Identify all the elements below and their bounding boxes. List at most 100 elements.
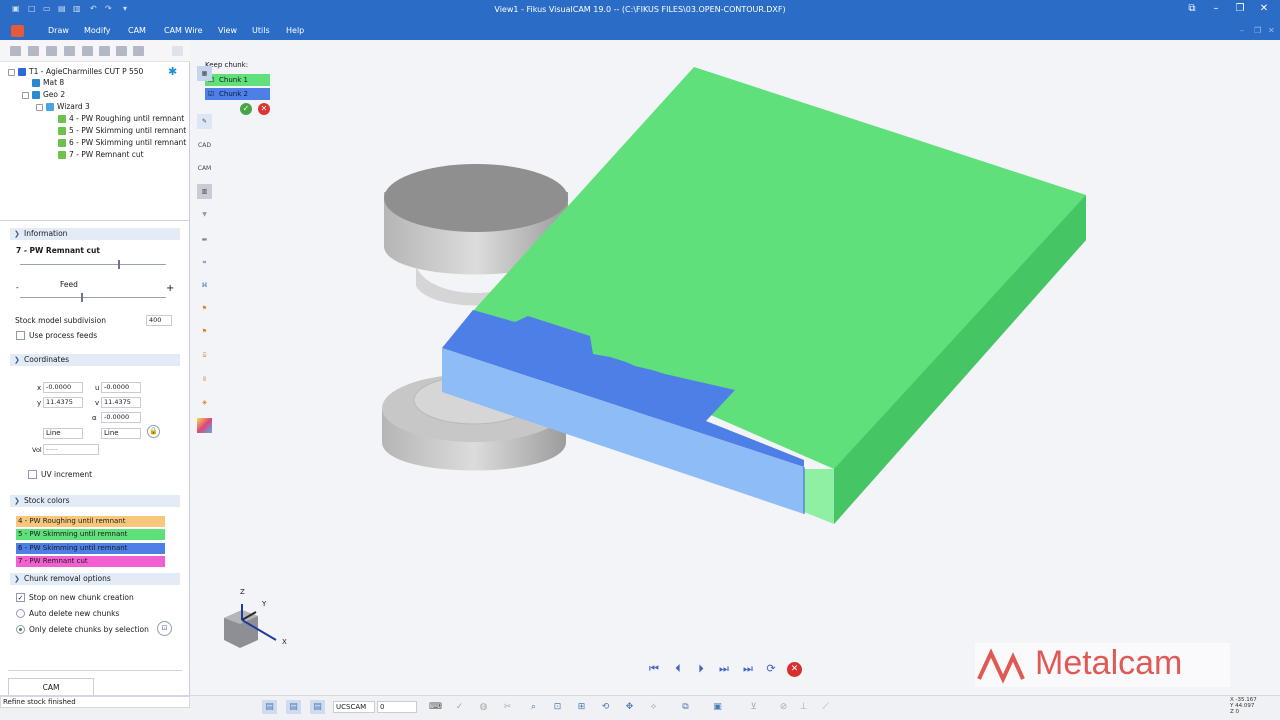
keyboard-icon[interactable]: ⌨ — [428, 700, 443, 714]
star-icon[interactable]: ✱ — [168, 65, 177, 78]
stock-color-op-5[interactable]: 5 - PW Skimming until remnant — [16, 529, 165, 540]
stock-color-op-7[interactable]: 7 - PW Remnant cut — [16, 556, 165, 567]
uv-increment-checkbox[interactable] — [28, 470, 37, 479]
chunk-1-option[interactable]: ☑ Chunk 1 — [205, 74, 270, 86]
x-input[interactable]: -0.0000 — [43, 382, 83, 393]
tree-item-machine[interactable]: T1 - AgieCharmilles CUT P 550 — [8, 66, 143, 77]
progress-slider[interactable] — [20, 264, 166, 265]
tree-item-mat[interactable]: Mat 8 — [32, 77, 64, 88]
maximize-button[interactable]: ❐ — [1230, 3, 1250, 19]
tree-op-6[interactable]: 6 - PW Skimming until remnant — [58, 137, 186, 148]
chunk-2-check-icon[interactable]: ☑ — [208, 88, 214, 100]
tree-tool-1-icon[interactable] — [10, 46, 21, 56]
subdivision-input[interactable]: 400 — [146, 315, 172, 326]
tree-op-4[interactable]: 4 - PW Roughing until remnant — [58, 113, 184, 124]
coordinates-header[interactable]: ❯ Coordinates — [10, 354, 180, 366]
layer-select[interactable]: 0 — [377, 701, 417, 713]
path-tool-icon[interactable]: ⌗ — [197, 255, 212, 270]
restore-ribbon-icon[interactable]: ⧉ — [1182, 3, 1202, 19]
auto-delete-radio[interactable] — [16, 609, 25, 618]
3d-viewport[interactable] — [190, 40, 1280, 695]
only-selection-radio[interactable] — [16, 625, 25, 634]
menu-cam-wire[interactable]: CAM Wire — [164, 26, 203, 35]
view-cube-icon[interactable]: ⧉ — [678, 700, 693, 714]
tree-tool-4-icon[interactable] — [64, 46, 75, 56]
cut-plane-icon[interactable]: ⊘ — [776, 700, 791, 714]
confirm-icon[interactable]: ✓ — [240, 103, 252, 115]
snap-polar-icon[interactable]: ▤ — [310, 700, 325, 714]
zoom-extents-icon[interactable]: ⊞ — [574, 700, 589, 714]
go-to-end-icon[interactable]: ⏭ — [740, 662, 756, 676]
information-header[interactable]: ❯ Information — [10, 228, 180, 240]
close-button[interactable]: ✕ — [1254, 3, 1274, 19]
sketch-tool-icon[interactable]: ✎ — [197, 114, 212, 129]
tree-item-wizard[interactable]: Wizard 3 — [36, 101, 90, 112]
color-tool-icon[interactable] — [197, 418, 212, 433]
snap-grid-icon[interactable]: ▤ — [262, 700, 277, 714]
collapse-icon[interactable] — [22, 91, 29, 99]
minimize-button[interactable]: – — [1206, 3, 1226, 19]
vol-input[interactable]: ----- — [43, 444, 99, 455]
machine-tool-icon[interactable]: ▥ — [197, 184, 212, 199]
menu-modify[interactable]: Modify — [84, 26, 111, 35]
stock-tool-icon[interactable]: ▬ — [197, 232, 212, 247]
refresh-icon[interactable]: ⟳ — [763, 662, 779, 676]
pick-chunk-icon[interactable]: ⊡ — [157, 621, 172, 636]
stop-on-new-chunk-checkbox[interactable]: ✓ — [16, 593, 25, 602]
doc-close-icon[interactable]: ✕ — [1268, 26, 1275, 35]
alpha-input[interactable]: -0.0000 — [101, 412, 141, 423]
zoom-window-icon[interactable]: ⊡ — [550, 700, 565, 714]
render-mode-icon[interactable]: ▣ — [710, 700, 725, 714]
collapse-icon[interactable] — [36, 103, 43, 111]
stop-simulation-icon[interactable]: ✕ — [787, 662, 802, 677]
cut-tool-icon[interactable]: ⌸ — [197, 348, 212, 363]
menu-view[interactable]: View — [218, 26, 237, 35]
y-input[interactable]: 11.4375 — [43, 397, 83, 408]
stock-color-op-6[interactable]: 6 - PW Skimming until remnant — [16, 543, 165, 554]
collapse-icon[interactable] — [8, 68, 15, 76]
chunk-options-header[interactable]: ❯ Chunk removal options — [10, 573, 180, 585]
stock-colors-header[interactable]: ❯ Stock colors — [10, 495, 180, 507]
u-input[interactable]: -0.0000 — [101, 382, 141, 393]
lock-icon[interactable]: 🔒 — [147, 425, 160, 438]
flag-tool-icon[interactable]: ⚑ — [197, 301, 212, 316]
tree-tool-6-icon[interactable] — [99, 46, 110, 56]
stock-color-op-4[interactable]: 4 - PW Roughing until remnant — [16, 516, 165, 527]
feed-slider-thumb[interactable] — [81, 293, 83, 302]
feed-minus[interactable]: - — [16, 283, 19, 292]
draw-line-icon[interactable]: ⟋ — [818, 700, 833, 714]
app-logo-icon[interactable] — [11, 25, 24, 37]
wire-tool-icon[interactable]: ▼ — [197, 207, 212, 222]
globe-icon[interactable]: ◍ — [476, 700, 491, 714]
menu-help[interactable]: Help — [286, 26, 304, 35]
snap-ortho-icon[interactable]: ▤ — [286, 700, 301, 714]
chunk-2-option[interactable]: ☑ Chunk 2 — [205, 88, 270, 100]
pan-icon[interactable]: ✥ — [622, 700, 637, 714]
flag-alt-tool-icon[interactable]: ⚑ — [197, 324, 212, 339]
progress-slider-thumb[interactable] — [118, 260, 120, 269]
line-right-select[interactable]: Line — [101, 428, 141, 439]
doc-restore-icon[interactable]: ❐ — [1254, 26, 1261, 35]
doc-minimize-icon[interactable]: – — [1240, 26, 1244, 35]
simulate-tool-icon[interactable]: ◈ — [197, 395, 212, 410]
tools-icon[interactable]: ✂ — [500, 700, 515, 714]
cad-tool[interactable]: CAD — [197, 138, 212, 153]
menu-draw[interactable]: Draw — [48, 26, 69, 35]
snap-icon[interactable]: ⊻ — [746, 700, 761, 714]
go-to-start-icon[interactable]: ⏮ — [646, 662, 662, 676]
menu-utils[interactable]: Utils — [252, 26, 270, 35]
tree-tool-8-icon[interactable] — [133, 46, 144, 56]
operation-tool-icon[interactable]: ⌘ — [197, 278, 212, 293]
cancel-icon[interactable]: ✕ — [258, 103, 270, 115]
tree-op-7[interactable]: 7 - PW Remnant cut — [58, 149, 144, 160]
cam-tool[interactable]: CAM — [197, 161, 212, 176]
v-input[interactable]: 11.4375 — [101, 397, 141, 408]
tree-op-5[interactable]: 5 - PW Skimming until remnant — [58, 125, 186, 136]
check-icon[interactable]: ✓ — [452, 700, 467, 714]
zoom-icon[interactable]: ⌕ — [526, 700, 541, 714]
feed-plus[interactable]: + — [166, 283, 174, 294]
feed-slider[interactable] — [20, 297, 166, 298]
play-icon[interactable]: ⏵ — [693, 662, 709, 676]
tree-tool-3-icon[interactable] — [46, 46, 57, 56]
tree-tool-2-icon[interactable] — [28, 46, 39, 56]
